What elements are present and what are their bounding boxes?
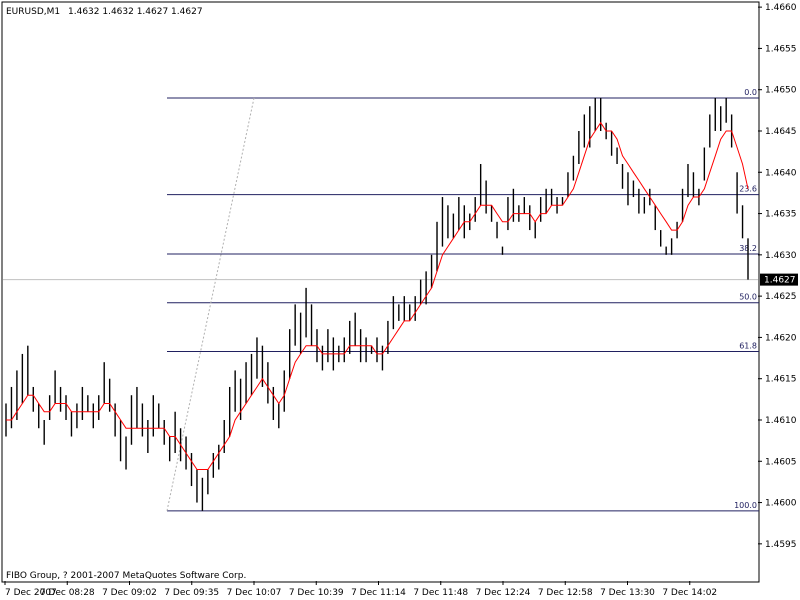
price-tick-label: 1.4635 (765, 210, 797, 220)
fibo-levels: 0.023.638.250.061.8100.0 (166, 88, 759, 512)
chart-frame (1, 1, 760, 583)
price-chart[interactable]: 0.023.638.250.061.8100.0 1.4627 1.46601.… (0, 0, 800, 600)
ma-line (6, 121, 749, 470)
price-tick-label: 1.4655 (765, 44, 797, 54)
time-tick-label: 7 Dec 12:58 (538, 588, 593, 598)
price-tick-label: 1.4610 (765, 416, 797, 426)
time-tick-label: 7 Dec 08:28 (40, 588, 95, 598)
time-tick-label: 7 Dec 12:24 (476, 588, 531, 598)
price-tick-label: 1.4625 (765, 292, 797, 302)
time-tick-label: 7 Dec 13:30 (600, 588, 655, 598)
chart-window[interactable]: 0.023.638.250.061.8100.0 1.4627 1.46601.… (0, 0, 800, 600)
copyright-text: FIBO Group, ? 2001-2007 MetaQuotes Softw… (6, 571, 246, 581)
price-tick-label: 1.4640 (765, 168, 797, 178)
price-tick-label: 1.4620 (765, 333, 797, 343)
time-tick-label: 7 Dec 09:02 (102, 588, 157, 598)
time-tick-label: 7 Dec 14:02 (662, 588, 717, 598)
time-tick-label: 7 Dec 10:39 (289, 588, 344, 598)
time-axis: 7 Dec 20077 Dec 08:28 7 Dec 09:02 7 Dec 09… (4, 581, 717, 598)
price-tick-label: 1.4605 (765, 457, 797, 467)
time-tick-label: 7 Dec 10:07 (227, 588, 282, 598)
price-bars (5, 97, 749, 511)
fibo-level-label: 61.8 (739, 341, 757, 350)
fibo-level-label: 23.6 (739, 185, 757, 194)
ohlc-readout: 1.4632 1.4632 1.4627 1.4627 (68, 7, 203, 17)
price-tick-label: 1.4645 (765, 127, 797, 137)
time-tick-label: 7 Dec 11:48 (413, 588, 468, 598)
bid-line: 1.4627 (3, 273, 798, 286)
symbol-label: EURUSD,M1 (6, 7, 60, 17)
fibo-level-label: 0.0 (744, 88, 757, 97)
price-tick-label: 1.4660 (765, 3, 797, 13)
moving-average (6, 121, 749, 470)
price-tick-label: 1.4650 (765, 86, 797, 96)
current-price-label: 1.4627 (764, 276, 796, 286)
time-tick-label: 7 Dec 09:35 (164, 588, 219, 598)
price-tick-label: 1.4630 (765, 251, 797, 261)
price-tick-label: 1.4615 (765, 375, 797, 385)
time-tick-label: 7 Dec 11:14 (351, 588, 406, 598)
fibo-level-label: 50.0 (739, 293, 757, 302)
fibo-level-label: 100.0 (734, 501, 757, 510)
price-tick-label: 1.4600 (765, 499, 797, 509)
price-tick-label: 1.4595 (765, 540, 797, 550)
